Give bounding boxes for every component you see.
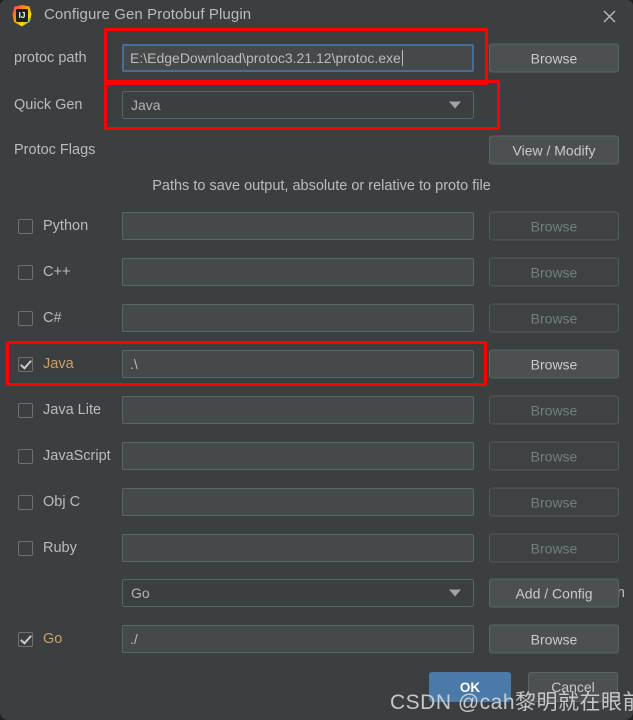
quick-gen-select[interactable]: Java (122, 91, 474, 119)
language-path-input[interactable] (122, 212, 474, 240)
checkbox-empty-icon (18, 310, 33, 326)
language-checkbox[interactable]: JavaScript (18, 448, 111, 464)
ok-button[interactable]: OK (429, 672, 511, 702)
language-label: Ruby (43, 540, 77, 556)
language-checkbox[interactable]: C++ (18, 264, 70, 280)
chevron-down-icon (449, 101, 461, 109)
go-row: Go ./ Browse (0, 619, 633, 659)
protoc-path-browse-button[interactable]: Browse (489, 43, 619, 73)
checkbox-empty-icon (18, 218, 33, 234)
language-checkbox[interactable]: Ruby (18, 540, 77, 556)
language-browse-button: Browse (489, 257, 619, 287)
language-checkbox[interactable]: Python (18, 218, 88, 234)
plugin-value: Go (131, 585, 150, 601)
plugin-row: Plugin Go Add / Config (0, 573, 633, 613)
go-path-input[interactable]: ./ (122, 625, 474, 653)
language-browse-button: Browse (489, 441, 619, 471)
language-checkbox[interactable]: Java (18, 356, 74, 372)
checkbox-empty-icon (18, 402, 33, 418)
svg-text:IJ: IJ (19, 11, 26, 20)
view-modify-button[interactable]: View / Modify (489, 135, 619, 165)
go-label: Go (43, 631, 63, 647)
language-checkbox[interactable]: Java Lite (18, 402, 101, 418)
quick-gen-label: Quick Gen (14, 97, 83, 113)
title-bar: IJ Configure Gen Protobuf Plugin (0, 0, 633, 32)
language-row: JavaScript Browse (0, 436, 633, 476)
checkbox-empty-icon (18, 448, 33, 464)
language-label: Java (43, 356, 74, 372)
language-row: Java Lite Browse (0, 390, 633, 430)
text-caret (401, 50, 403, 66)
language-path-input[interactable] (122, 488, 474, 516)
configure-gen-protobuf-plugin-dialog: IJ Configure Gen Protobuf Plugin protoc … (0, 0, 633, 720)
language-row: Java .\ Browse (0, 344, 633, 384)
language-checkbox[interactable]: C# (18, 310, 62, 326)
language-row: Python Browse (0, 206, 633, 246)
language-path-input[interactable] (122, 258, 474, 286)
language-browse-button: Browse (489, 395, 619, 425)
chevron-down-icon (449, 589, 461, 597)
go-browse-button[interactable]: Browse (489, 624, 619, 654)
protoc-flags-label: Protoc Flags (14, 142, 96, 158)
checkbox-check-icon (18, 356, 33, 372)
paths-note: Paths to save output, absolute or relati… (152, 178, 491, 194)
checkbox-check-icon (18, 631, 33, 647)
protoc-path-row: protoc path E:\EdgeDownload\protoc3.21.1… (0, 38, 633, 78)
protoc-path-label: protoc path (14, 50, 87, 66)
checkbox-empty-icon (18, 540, 33, 556)
language-row: Ruby Browse (0, 528, 633, 568)
quick-gen-row: Quick Gen Java (0, 85, 633, 125)
language-browse-button: Browse (489, 303, 619, 333)
language-path-input[interactable] (122, 534, 474, 562)
add-config-button[interactable]: Add / Config (489, 578, 619, 608)
language-label: Python (43, 218, 89, 234)
language-path-value: .\ (130, 356, 138, 372)
language-row: Obj C Browse (0, 482, 633, 522)
language-browse-button: Browse (489, 533, 619, 563)
language-row: C++ Browse (0, 252, 633, 292)
language-browse-button: Browse (489, 487, 619, 517)
checkbox-empty-icon (18, 264, 33, 280)
language-path-input[interactable] (122, 442, 474, 470)
language-label: Obj C (43, 494, 81, 510)
go-checkbox[interactable]: Go (18, 631, 62, 647)
intellij-idea-icon: IJ (10, 4, 34, 28)
language-checkbox[interactable]: Obj C (18, 494, 80, 510)
window-title: Configure Gen Protobuf Plugin (44, 6, 252, 23)
protoc-path-input[interactable]: E:\EdgeDownload\protoc3.21.12\protoc.exe (122, 44, 474, 72)
plugin-select[interactable]: Go (122, 579, 474, 607)
language-browse-button[interactable]: Browse (489, 349, 619, 379)
language-label: C++ (43, 264, 71, 280)
language-label: Java Lite (43, 402, 102, 418)
cancel-button[interactable]: Cancel (528, 672, 618, 702)
protoc-path-value: E:\EdgeDownload\protoc3.21.12\protoc.exe (130, 50, 401, 66)
language-path-input[interactable] (122, 304, 474, 332)
language-path-input[interactable]: .\ (122, 350, 474, 378)
language-label: JavaScript (43, 448, 111, 464)
quick-gen-value: Java (131, 97, 161, 113)
language-path-input[interactable] (122, 396, 474, 424)
language-label: C# (43, 310, 62, 326)
close-icon[interactable] (591, 2, 627, 30)
language-browse-button: Browse (489, 211, 619, 241)
protoc-flags-row: Protoc Flags View / Modify (0, 130, 633, 170)
language-row: C# Browse (0, 298, 633, 338)
go-path-value: ./ (130, 631, 138, 647)
checkbox-empty-icon (18, 494, 33, 510)
